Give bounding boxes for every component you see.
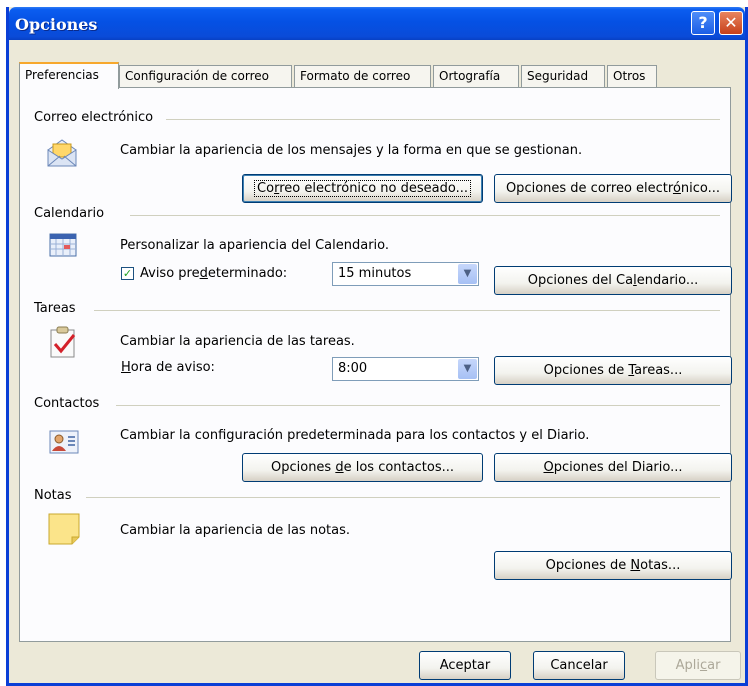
email-section-divider bbox=[166, 119, 720, 120]
chevron-down-icon[interactable]: ▼ bbox=[458, 359, 477, 379]
tab-label: Configuración de correo bbox=[125, 69, 269, 83]
calendar-section-divider bbox=[130, 215, 720, 216]
notes-section-divider bbox=[86, 497, 720, 498]
btn-text: Apli bbox=[675, 658, 700, 673]
cancel-button[interactable]: Cancelar bbox=[533, 651, 625, 680]
options-dialog: Opciones ? ✕ Preferencias Configuración … bbox=[6, 7, 748, 686]
btn-accel: ó bbox=[672, 181, 681, 196]
btn-text: nico... bbox=[680, 181, 721, 196]
tasks-section-divider bbox=[94, 310, 720, 311]
junk-email-button[interactable]: Correo electrónico no deseado... bbox=[242, 174, 483, 203]
calendar-options-button[interactable]: Opciones del Calendario... bbox=[494, 266, 732, 295]
contacts-section-title: Contactos bbox=[34, 396, 100, 411]
tab-label: Otros bbox=[613, 69, 646, 83]
tasks-section-title: Tareas bbox=[34, 301, 76, 316]
contact-card-icon bbox=[49, 429, 79, 459]
apply-button[interactable]: Aplicar bbox=[655, 651, 741, 680]
preferences-panel: Correo electrónico Cambiar la apariencia… bbox=[19, 87, 732, 642]
calendar-section-title: Calendario bbox=[34, 206, 105, 221]
contacts-options-button[interactable]: Opciones de los contactos... bbox=[242, 453, 483, 482]
btn-text: Opciones de bbox=[545, 558, 631, 573]
btn-text: e los contactos... bbox=[343, 460, 454, 475]
email-options-button[interactable]: Opciones de correo electrónico... bbox=[494, 174, 732, 203]
default-reminder-select[interactable]: 15 minutos ▼ bbox=[332, 262, 479, 286]
btn-text: otas... bbox=[640, 558, 681, 573]
title-bar[interactable]: Opciones ? ✕ bbox=[9, 7, 745, 40]
close-button[interactable]: ✕ bbox=[719, 11, 743, 35]
sticky-note-icon bbox=[48, 513, 80, 549]
tab-configuracion-correo[interactable]: Configuración de correo bbox=[119, 65, 292, 87]
btn-text: areas... bbox=[634, 363, 683, 378]
focus-rect: Correo electrónico no deseado... bbox=[254, 180, 471, 197]
tasks-description: Cambiar la apariencia de las tareas. bbox=[120, 334, 355, 349]
close-icon: ✕ bbox=[724, 13, 738, 32]
chevron-down-icon[interactable]: ▼ bbox=[458, 264, 477, 284]
tab-label: Seguridad bbox=[527, 69, 589, 83]
window-title: Opciones bbox=[15, 15, 98, 34]
btn-text: reo electrónico no deseado... bbox=[279, 181, 468, 196]
tab-label: Ortografía bbox=[439, 69, 501, 83]
btn-accel: d bbox=[335, 460, 344, 475]
task-icon bbox=[49, 326, 77, 362]
tab-label: Preferencias bbox=[25, 68, 99, 82]
btn-text: Opciones de correo electr bbox=[505, 181, 673, 196]
tab-seguridad[interactable]: Seguridad bbox=[521, 65, 605, 87]
calendar-description: Personalizar la apariencia del Calendari… bbox=[120, 238, 390, 253]
select-value: 8:00 bbox=[338, 361, 368, 376]
btn-text: ar bbox=[707, 658, 721, 673]
notes-section-title: Notas bbox=[34, 488, 72, 503]
notes-options-button[interactable]: Opciones de Notas... bbox=[494, 551, 732, 580]
notes-description: Cambiar la apariencia de las notas. bbox=[120, 523, 350, 538]
email-section-title: Correo electrónico bbox=[34, 110, 154, 125]
tab-preferencias[interactable]: Preferencias bbox=[19, 62, 119, 89]
tab-formato-correo[interactable]: Formato de correo bbox=[294, 65, 431, 87]
btn-text: Co bbox=[257, 181, 275, 196]
btn-text: Opciones de bbox=[543, 363, 629, 378]
tab-ortografia[interactable]: Ortografía bbox=[433, 65, 519, 87]
contacts-description: Cambiar la configuración predeterminada … bbox=[120, 428, 590, 443]
default-reminder-checkbox[interactable]: ✓ bbox=[121, 267, 134, 280]
task-reminder-time-select[interactable]: 8:00 ▼ bbox=[332, 357, 479, 381]
help-icon: ? bbox=[698, 13, 708, 32]
select-value: 15 minutos bbox=[338, 266, 412, 281]
tab-otros[interactable]: Otros bbox=[607, 65, 657, 87]
journal-options-button[interactable]: Opciones del Diario... bbox=[494, 453, 732, 482]
contacts-section-divider bbox=[116, 405, 720, 406]
btn-text: endario... bbox=[636, 273, 699, 288]
envelope-icon bbox=[46, 138, 78, 172]
help-button[interactable]: ? bbox=[691, 11, 715, 35]
btn-text: Opciones del Ca bbox=[527, 273, 634, 288]
btn-accel: N bbox=[630, 558, 641, 573]
btn-accel: O bbox=[543, 460, 554, 475]
checkmark-icon: ✓ bbox=[122, 267, 133, 280]
task-options-button[interactable]: Opciones de Tareas... bbox=[494, 356, 732, 385]
tab-label: Formato de correo bbox=[300, 69, 411, 83]
calendar-icon bbox=[49, 233, 77, 261]
email-description: Cambiar la apariencia de los mensajes y … bbox=[120, 143, 583, 158]
task-reminder-label: Hora de aviso: bbox=[121, 360, 215, 375]
btn-text: pciones del Diario... bbox=[553, 460, 683, 475]
ok-button[interactable]: Aceptar bbox=[419, 651, 511, 680]
default-reminder-label: Aviso predeterminado: bbox=[140, 266, 288, 281]
btn-text: Opciones bbox=[271, 460, 336, 475]
